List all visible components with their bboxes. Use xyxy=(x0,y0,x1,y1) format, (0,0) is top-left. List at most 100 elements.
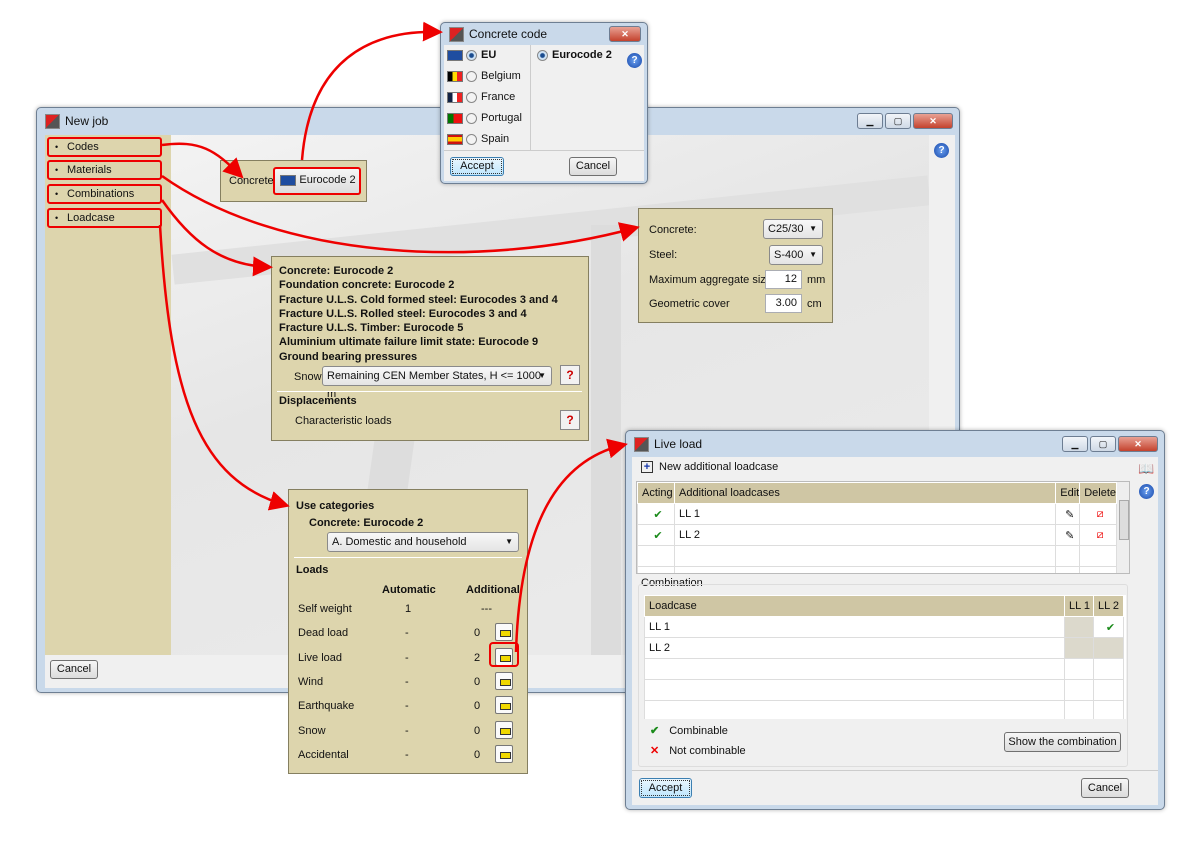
col-loadcase: Loadcase xyxy=(644,595,1065,617)
use-categories-heading: Use categories xyxy=(296,500,375,512)
sidebar-item-label: Loadcase xyxy=(67,212,115,224)
concrete-value: C25/30 xyxy=(768,223,804,235)
acting-check-icon[interactable]: ✔ xyxy=(637,524,675,546)
edit-snow-icon[interactable]: ? xyxy=(560,365,580,385)
automatic-value: - xyxy=(405,627,409,640)
close-button[interactable]: ✕ xyxy=(913,113,953,129)
help-icon[interactable]: ? xyxy=(1139,484,1154,499)
edit-loads-button[interactable] xyxy=(495,623,513,642)
col-delete: Delete xyxy=(1079,482,1117,504)
additional-value: 0 xyxy=(474,748,481,761)
use-category-select[interactable]: A. Domestic and household ▼ xyxy=(327,532,519,552)
cancel-button[interactable]: Cancel xyxy=(1081,778,1129,798)
code-eurocode-2[interactable]: Eurocode 2 xyxy=(537,49,612,61)
displacements-heading: Displacements xyxy=(279,395,357,407)
eu-flag-icon xyxy=(447,49,463,61)
scrollbar[interactable] xyxy=(1117,482,1129,573)
portugal-flag-icon xyxy=(447,112,463,124)
country-france[interactable]: France xyxy=(447,91,515,103)
edit-loads-button[interactable] xyxy=(495,696,513,715)
combination-cell xyxy=(1093,637,1124,659)
close-button[interactable]: ✕ xyxy=(609,26,641,42)
combination-cell[interactable]: ✔ xyxy=(1093,616,1124,638)
maximize-button[interactable]: ▢ xyxy=(1090,436,1116,452)
edit-loads-button[interactable] xyxy=(495,671,513,690)
minimize-button[interactable]: ▁ xyxy=(857,113,883,129)
app-icon xyxy=(45,113,60,129)
automatic-value: - xyxy=(405,724,409,737)
edit-loads-button[interactable] xyxy=(495,647,513,666)
code-line: Fracture U.L.S. Cold formed steel: Euroc… xyxy=(279,293,558,306)
combinations-panel: Concrete: Eurocode 2 Foundation concrete… xyxy=(271,256,589,441)
loadcase-name: LL 1 xyxy=(644,616,1065,638)
minimize-button[interactable]: ▁ xyxy=(1062,436,1088,452)
sidebar-item-label: Codes xyxy=(67,141,99,153)
accept-button[interactable]: Accept xyxy=(639,778,692,798)
code-line: Fracture U.L.S. Timber: Eurocode 5 xyxy=(279,322,464,335)
sidebar-item-codes[interactable]: Codes xyxy=(47,137,162,157)
cover-input[interactable]: 3.00 xyxy=(765,294,802,313)
radio[interactable] xyxy=(466,70,477,82)
radio[interactable] xyxy=(466,112,477,124)
col-edit: Edit xyxy=(1055,482,1081,504)
cancel-button[interactable]: Cancel xyxy=(50,660,98,679)
materials-panel: Concrete: C25/30 ▼ Steel: S-400 ▼ Maximum … xyxy=(638,208,833,323)
cancel-button[interactable]: Cancel xyxy=(569,157,617,176)
sidebar-item-materials[interactable]: Materials xyxy=(47,160,162,180)
table-row: LL 1 ✔ xyxy=(644,616,1124,638)
edit-icon[interactable]: ✎ xyxy=(1055,503,1081,525)
aggregate-input[interactable]: 12 xyxy=(765,270,802,289)
steel-select[interactable]: S-400 ▼ xyxy=(769,245,823,265)
table-row[interactable]: ✔ LL 2 ✎ ⧄ xyxy=(637,524,1117,546)
accept-button[interactable]: Accept xyxy=(450,157,504,176)
legend-label: Not combinable xyxy=(669,745,746,757)
aggregate-label: Maximum aggregate size xyxy=(649,274,772,286)
automatic-value: - xyxy=(405,700,409,713)
loads-heading: Loads xyxy=(296,564,329,576)
radio[interactable] xyxy=(466,91,477,103)
concrete-code-button[interactable]: Eurocode 2 xyxy=(273,167,361,195)
delete-icon[interactable]: ⧄ xyxy=(1079,524,1117,546)
dialog-title: Live load xyxy=(654,437,703,451)
help-icon[interactable]: ? xyxy=(934,143,949,158)
edit-displacements-icon[interactable]: ? xyxy=(560,410,580,430)
delete-icon[interactable]: ⧄ xyxy=(1079,503,1117,525)
country-portugal[interactable]: Portugal xyxy=(447,112,522,124)
show-combination-button[interactable]: Show the combination xyxy=(1004,732,1121,752)
live-load-dialog: Live load ▁ ▢ ✕ + New additional loadcase 📖… xyxy=(625,430,1165,810)
combination-table: Loadcase LL 1 LL 2 LL 1 ✔ LL 2 xyxy=(644,595,1124,719)
radio[interactable] xyxy=(466,133,477,145)
sidebar-item-combinations[interactable]: Combinations xyxy=(47,184,162,204)
cross-icon: ✕ xyxy=(650,745,660,757)
new-loadcase-button[interactable]: + New additional loadcase xyxy=(641,461,778,473)
aggregate-unit: mm xyxy=(807,274,826,286)
country-label: EU xyxy=(481,49,497,61)
book-icon[interactable]: 📖 xyxy=(1138,461,1154,477)
edit-loads-button[interactable] xyxy=(495,744,513,763)
country-spain[interactable]: Spain xyxy=(447,133,509,145)
country-eu[interactable]: EU xyxy=(447,49,496,61)
table-row[interactable]: ✔ LL 1 ✎ ⧄ xyxy=(637,503,1117,525)
acting-check-icon[interactable]: ✔ xyxy=(637,503,675,525)
title-bar: Live load ▁ ▢ ✕ xyxy=(626,431,1164,457)
belgium-flag-icon xyxy=(447,70,463,82)
country-belgium[interactable]: Belgium xyxy=(447,70,521,82)
col-ll2: LL 2 xyxy=(1093,595,1124,617)
help-icon[interactable]: ? xyxy=(627,53,642,68)
table-row: LL 2 xyxy=(644,637,1124,659)
radio[interactable] xyxy=(466,49,477,61)
radio[interactable] xyxy=(537,49,548,61)
concrete-select[interactable]: C25/30 ▼ xyxy=(763,219,823,239)
app-icon xyxy=(634,436,649,452)
concrete-label: Concrete xyxy=(229,175,274,187)
loadcase-name: LL 2 xyxy=(644,637,1065,659)
snow-select[interactable]: Remaining CEN Member States, H <= 1000 m… xyxy=(322,366,552,400)
edit-icon[interactable]: ✎ xyxy=(1055,524,1081,546)
sidebar-item-loadcase[interactable]: Loadcase xyxy=(47,208,162,228)
snow-label: Snow xyxy=(294,371,322,383)
col-ll1: LL 1 xyxy=(1064,595,1094,617)
edit-loads-button[interactable] xyxy=(495,720,513,739)
maximize-button[interactable]: ▢ xyxy=(885,113,911,129)
loadcase-name: LL 1 xyxy=(673,503,1057,525)
close-button[interactable]: ✕ xyxy=(1118,436,1158,452)
